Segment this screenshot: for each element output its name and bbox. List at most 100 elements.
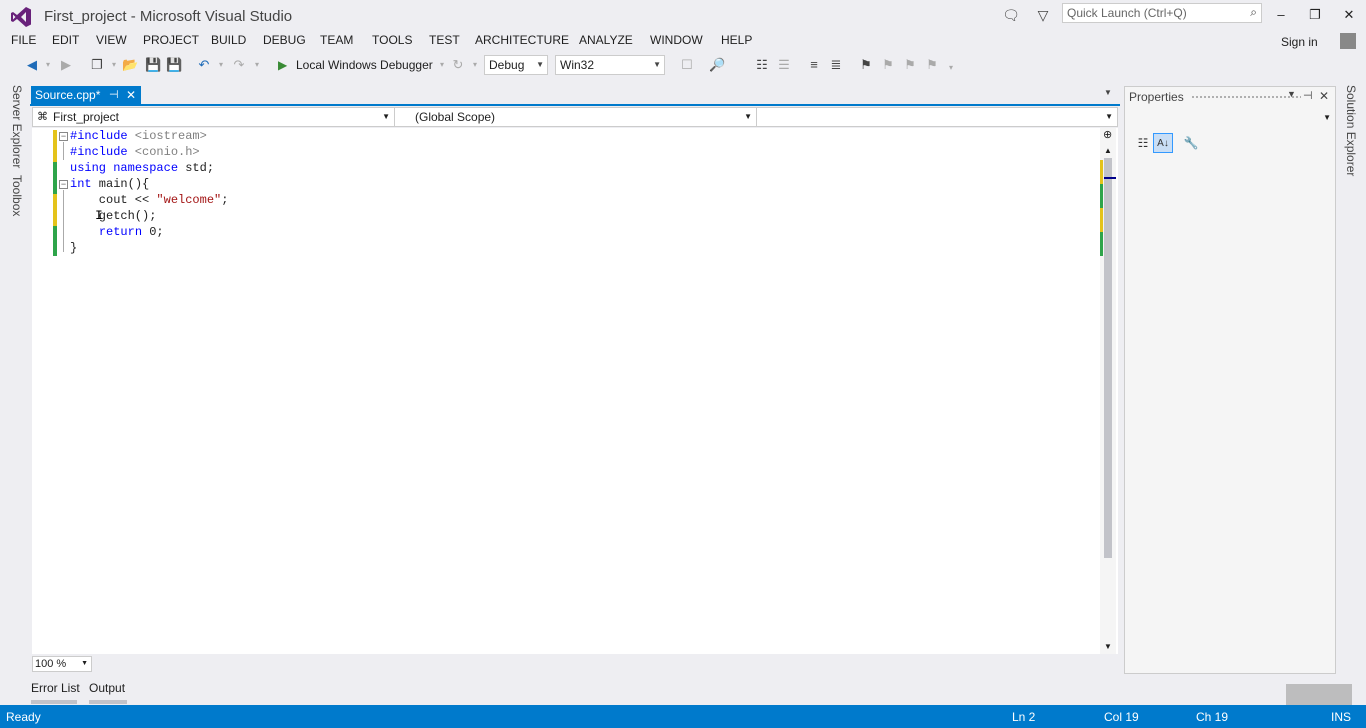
code-line[interactable]: #include <iostream> [70, 128, 207, 144]
minimize-button[interactable]: – [1266, 4, 1296, 26]
code-line[interactable]: getch(); [70, 208, 157, 224]
active-files-dropdown-icon[interactable]: ▼ [1104, 88, 1112, 97]
navigate-back-icon[interactable]: ◀ [24, 57, 40, 73]
code-line[interactable]: return 0; [70, 224, 164, 240]
back-dropdown-icon[interactable]: ▾ [40, 57, 56, 73]
open-file-icon[interactable]: 📂 [122, 57, 138, 73]
new-project-icon[interactable]: ❐ [89, 57, 105, 73]
member-select[interactable]: ▼ [757, 108, 1117, 126]
close-icon[interactable]: ✕ [1319, 89, 1329, 103]
search-icon[interactable]: ⌕ [1250, 5, 1257, 20]
debugger-dropdown-icon[interactable]: ▾ [434, 57, 450, 73]
code-editor[interactable]: − − #include <iostream> #include <conio.h… [32, 128, 1118, 654]
refresh-dropdown-icon[interactable]: ▾ [467, 57, 483, 73]
menu-test[interactable]: TEST [429, 33, 460, 47]
menu-view[interactable]: VIEW [96, 33, 127, 47]
chevron-down-icon: ▼ [81, 660, 88, 667]
scope-select[interactable]: (Global Scope) ▼ [395, 108, 757, 126]
menu-edit[interactable]: EDIT [52, 33, 79, 47]
quick-launch-box[interactable]: ⌕ [1062, 3, 1262, 23]
menu-team[interactable]: TEAM [320, 33, 353, 47]
undo-icon[interactable]: ↶ [196, 57, 212, 73]
alphabetical-icon[interactable]: A↓ [1153, 133, 1173, 153]
scrollbar-thumb[interactable] [1104, 158, 1112, 558]
configuration-select[interactable]: Debug ▼ [484, 55, 548, 75]
menu-file[interactable]: FILE [11, 33, 36, 47]
menu-debug[interactable]: DEBUG [263, 33, 306, 47]
quick-launch-input[interactable] [1063, 4, 1239, 22]
pin-icon[interactable]: ⊣ [1303, 89, 1313, 102]
chevron-down-icon: ▼ [1323, 113, 1331, 122]
find-icon[interactable]: 🔎 [709, 57, 725, 73]
visual-studio-logo-icon [11, 7, 31, 27]
save-icon[interactable]: 💾 [145, 57, 161, 73]
code-line[interactable]: #include <conio.h> [70, 144, 200, 160]
notifications-filter-icon[interactable]: ▽ [1034, 6, 1052, 24]
tab-output[interactable]: Output [89, 681, 125, 695]
restore-button[interactable]: ❐ [1300, 4, 1330, 26]
collapse-toggle-icon[interactable]: − [59, 180, 68, 189]
status-line: Ln 2 [1012, 710, 1036, 724]
categorized-icon[interactable]: ☷ [1133, 133, 1153, 153]
indent-icon[interactable]: ≣ [828, 57, 844, 73]
tab-source-cpp[interactable]: Source.cpp* ⊣ ✕ [31, 86, 141, 106]
editor-vertical-scrollbar[interactable]: ⊕ ▲ ▼ [1100, 128, 1116, 654]
solution-explorer-icon[interactable]: ☷ [754, 57, 770, 73]
scroll-down-icon[interactable]: ▼ [1104, 642, 1112, 651]
sign-in-link[interactable]: Sign in [1281, 35, 1318, 49]
close-icon[interactable]: ✕ [126, 86, 136, 105]
platform-select[interactable]: Win32 ▼ [555, 55, 665, 75]
menu-help[interactable]: HELP [721, 33, 752, 47]
refresh-icon[interactable]: ↻ [450, 57, 466, 73]
clear-bookmarks-icon[interactable]: ⚑ [924, 57, 940, 73]
code-token: int [70, 177, 92, 191]
menu-tools[interactable]: TOOLS [372, 33, 412, 47]
class-view-icon[interactable]: ☰ [776, 57, 792, 73]
code-line[interactable]: using namespace std; [70, 160, 214, 176]
start-debugger-button[interactable]: Local Windows Debugger [296, 58, 433, 72]
project-select[interactable]: ⌘ First_project ▼ [33, 108, 395, 126]
save-all-icon[interactable]: 💾 [166, 57, 182, 73]
scroll-up-icon[interactable]: ▲ [1104, 146, 1112, 155]
start-debugging-icon[interactable]: ▶ [278, 57, 290, 73]
zoom-select[interactable]: 100 % ▼ [32, 656, 92, 672]
menu-architecture[interactable]: ARCHITECTURE [475, 33, 569, 47]
menu-project[interactable]: PROJECT [143, 33, 199, 47]
pin-icon[interactable]: ⊣ [109, 86, 119, 105]
outline-line [63, 142, 64, 160]
solution-explorer-tab[interactable]: Solution Explorer [1344, 85, 1358, 176]
menu-build[interactable]: BUILD [211, 33, 246, 47]
toolbox-tab[interactable]: Toolbox [10, 175, 24, 216]
redo-dropdown-icon[interactable]: ▾ [249, 57, 265, 73]
undo-dropdown-icon[interactable]: ▾ [213, 57, 229, 73]
redo-icon[interactable]: ↷ [231, 57, 247, 73]
menu-analyze[interactable]: ANALYZE [579, 33, 633, 47]
collapse-toggle-icon[interactable]: − [59, 132, 68, 141]
panel-grip[interactable] [1191, 95, 1301, 99]
menu-window[interactable]: WINDOW [650, 33, 703, 47]
code-line[interactable]: cout << "welcome"; [70, 192, 229, 208]
bookmark-icon[interactable]: ⚑ [858, 57, 874, 73]
code-line[interactable]: } [70, 240, 77, 256]
tab-error-list[interactable]: Error List [31, 681, 80, 695]
platform-value: Win32 [560, 58, 595, 72]
zoom-value: 100 % [35, 658, 67, 670]
property-pages-icon[interactable]: 🔧 [1181, 133, 1201, 153]
panel-dropdown-icon[interactable]: ▼ [1287, 89, 1296, 99]
navigate-forward-icon[interactable]: ▶ [58, 57, 74, 73]
server-explorer-tab[interactable]: Server Explorer [10, 85, 24, 168]
find-in-files-icon[interactable]: ☐ [679, 57, 695, 73]
next-bookmark-icon[interactable]: ⚑ [902, 57, 918, 73]
previous-bookmark-icon[interactable]: ⚑ [880, 57, 896, 73]
outdent-icon[interactable]: ≡ [806, 57, 822, 73]
code-token: using [70, 161, 107, 175]
feedback-icon[interactable]: 🗨 [1002, 6, 1020, 24]
avatar[interactable] [1340, 33, 1356, 49]
properties-object-select[interactable]: ▼ [1129, 111, 1333, 129]
toolbar-overflow-icon[interactable]: ▾ [943, 60, 959, 76]
split-handle-icon[interactable]: ⊕ [1103, 128, 1112, 141]
code-line[interactable]: int main(){ [70, 176, 149, 192]
new-dropdown-icon[interactable]: ▾ [106, 57, 122, 73]
close-window-button[interactable]: ✕ [1334, 4, 1364, 26]
caret-position-marker [1104, 177, 1116, 179]
